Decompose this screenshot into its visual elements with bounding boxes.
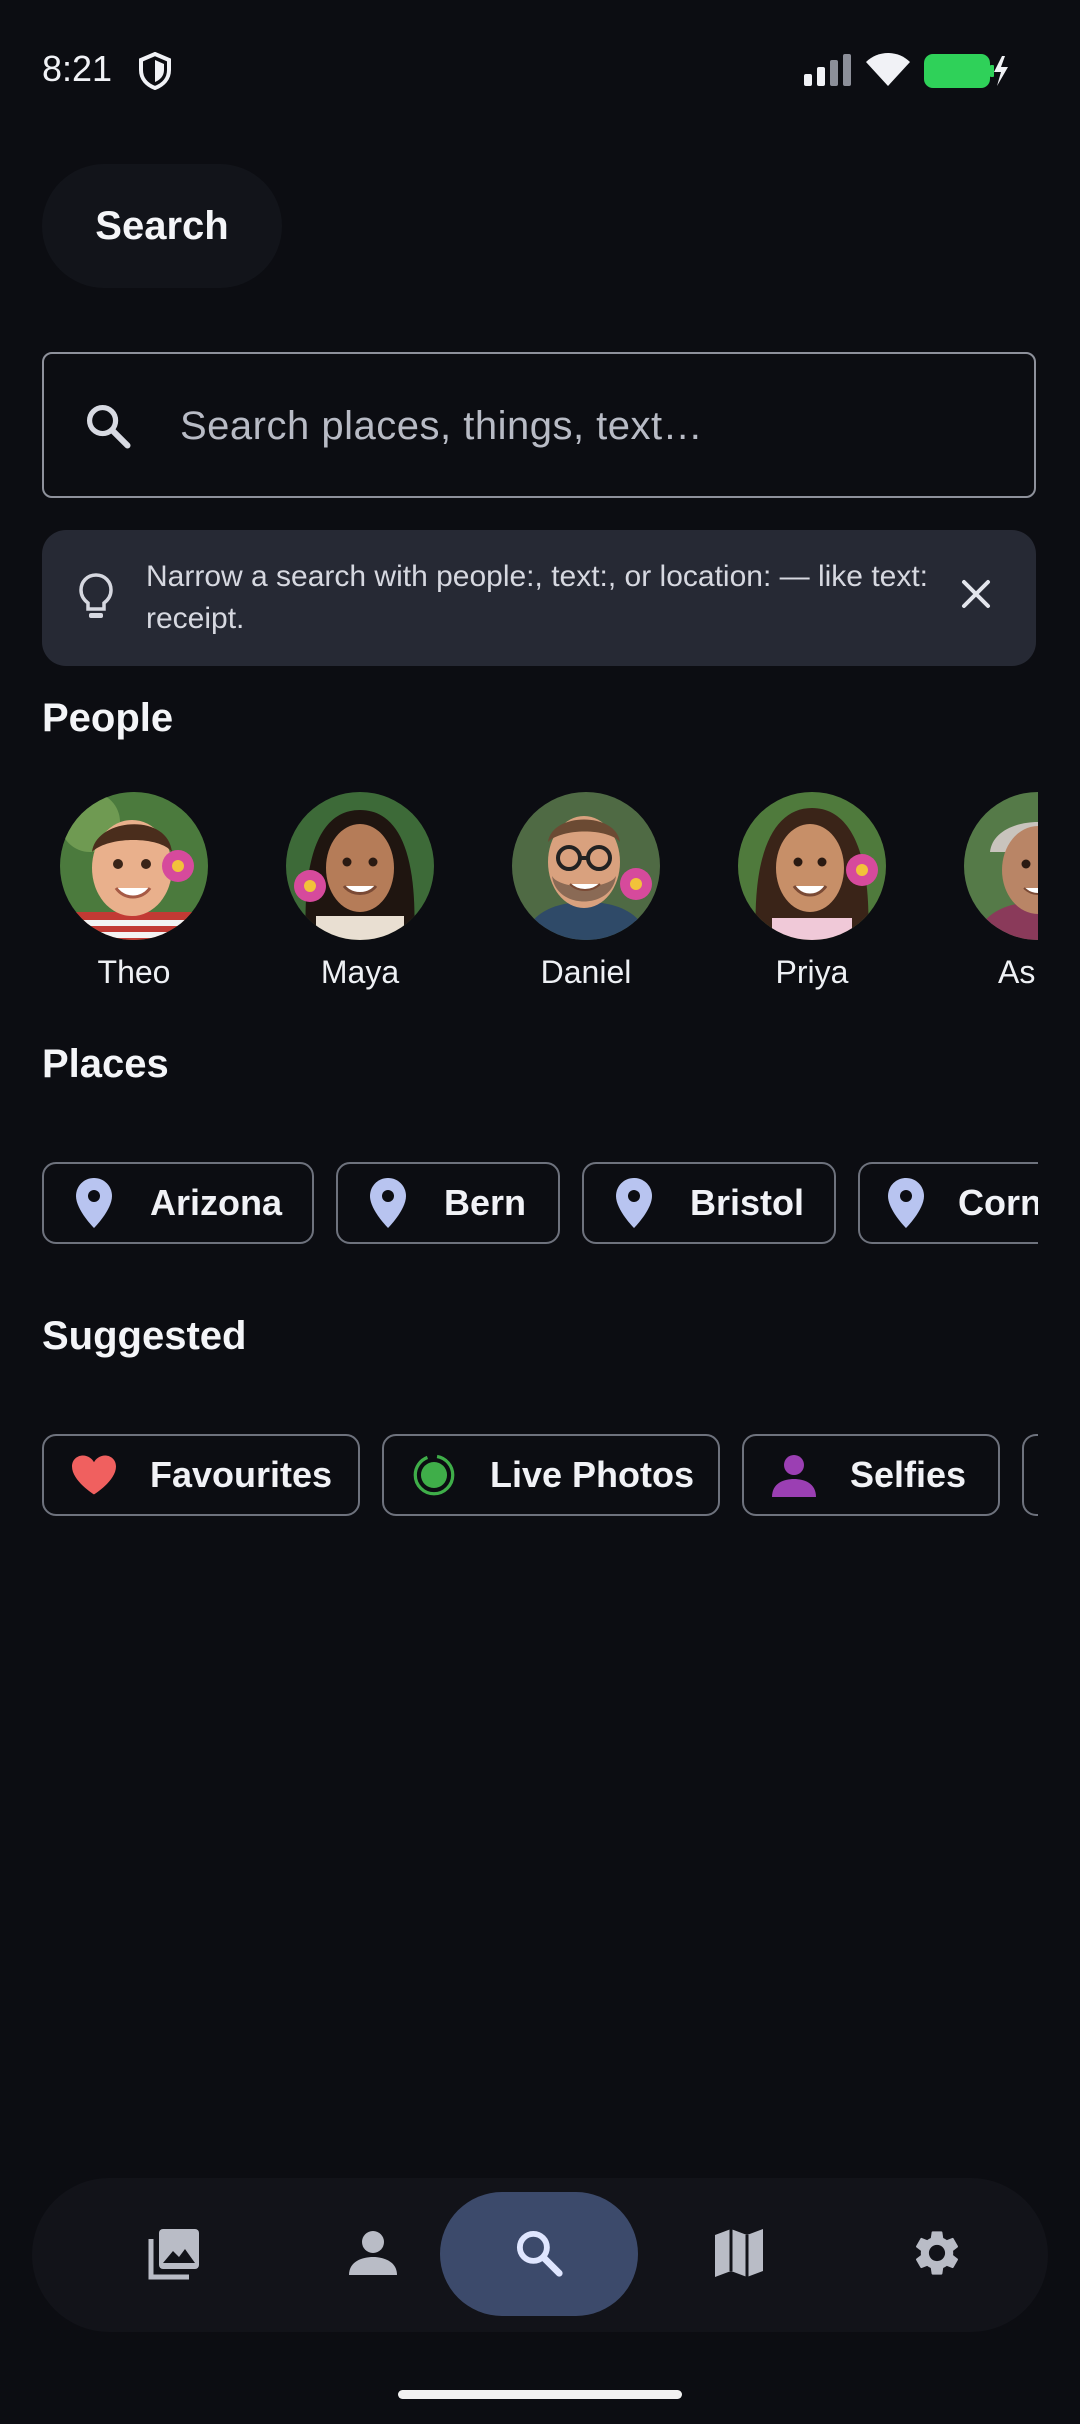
home-indicator[interactable] — [398, 2390, 682, 2399]
page-title[interactable]: Search — [42, 164, 282, 288]
chip-label: Arizona — [150, 1182, 283, 1223]
nav-photos[interactable] — [100, 2178, 250, 2332]
person-maya[interactable]: Maya — [280, 792, 440, 991]
wifi-icon — [866, 52, 910, 91]
avatar — [286, 792, 434, 940]
suggested-chip-selfies[interactable]: Selfies — [742, 1434, 1000, 1516]
person-name: As — [998, 954, 1036, 990]
chip-label: Selfies — [850, 1454, 967, 1495]
suggested-chip-live-photos[interactable]: Live Photos — [382, 1434, 720, 1516]
person-name: Daniel — [540, 954, 632, 990]
location-pin-icon — [366, 1178, 410, 1228]
places-section-title: Places — [42, 1042, 169, 1086]
close-icon[interactable] — [956, 574, 996, 619]
map-icon — [713, 2227, 765, 2284]
nav-map[interactable] — [664, 2178, 814, 2332]
search-tip-card: Narrow a search with people:, text:, or … — [42, 530, 1036, 666]
person-theo[interactable]: Theo — [54, 792, 214, 991]
bottom-navigation — [32, 2178, 1048, 2332]
nav-search[interactable] — [464, 2178, 614, 2332]
chip-label: Favourites — [150, 1454, 333, 1495]
place-chip-bern[interactable]: Bern — [336, 1162, 560, 1244]
person-icon — [772, 1453, 816, 1497]
person-partial[interactable]: As — [958, 792, 1038, 991]
chip-label: Bristol — [690, 1182, 805, 1223]
search-icon — [82, 400, 134, 457]
search-icon — [512, 2226, 566, 2285]
location-pin-icon — [72, 1178, 116, 1228]
chip-label: Live Photos — [490, 1454, 695, 1495]
photos-icon — [147, 2225, 203, 2286]
nav-people[interactable] — [298, 2178, 448, 2332]
battery-icon — [924, 54, 1008, 93]
suggested-section-title: Suggested — [42, 1314, 247, 1358]
avatar — [60, 792, 208, 940]
chip-label: Corn — [958, 1182, 1038, 1223]
place-chip-partial[interactable]: Corn — [858, 1162, 1038, 1244]
place-chip-bristol[interactable]: Bristol — [582, 1162, 836, 1244]
person-priya[interactable]: Priya — [732, 792, 892, 991]
lightbulb-icon — [78, 572, 114, 627]
suggested-chip-partial[interactable] — [1022, 1434, 1038, 1516]
people-section-title: People — [42, 696, 174, 740]
location-pin-icon — [612, 1178, 656, 1228]
heart-icon — [72, 1453, 116, 1497]
search-input[interactable]: Search places, things, text… — [42, 352, 1036, 498]
chip-label: Bern — [444, 1182, 527, 1223]
person-name: Theo — [97, 954, 171, 990]
person-name: Priya — [775, 954, 849, 990]
shield-icon — [138, 51, 172, 95]
place-chip-arizona[interactable]: Arizona — [42, 1162, 314, 1244]
avatar — [738, 792, 886, 940]
status-time: 8:21 — [42, 48, 113, 89]
search-placeholder: Search places, things, text… — [180, 404, 704, 448]
nav-settings[interactable] — [862, 2178, 1012, 2332]
person-name: Maya — [320, 954, 400, 990]
suggested-chip-favourites[interactable]: Favourites — [42, 1434, 360, 1516]
person-daniel[interactable]: Daniel — [506, 792, 666, 991]
tip-text: Narrow a search with people:, text:, or … — [146, 560, 929, 635]
status-bar: 8:21 — [0, 0, 1080, 140]
avatar — [512, 792, 660, 940]
settings-icon — [910, 2226, 964, 2285]
signal-icon — [804, 54, 852, 91]
location-pin-icon — [888, 1178, 924, 1228]
avatar — [964, 792, 1038, 940]
live-photo-icon — [412, 1453, 456, 1497]
people-icon — [349, 2229, 397, 2282]
